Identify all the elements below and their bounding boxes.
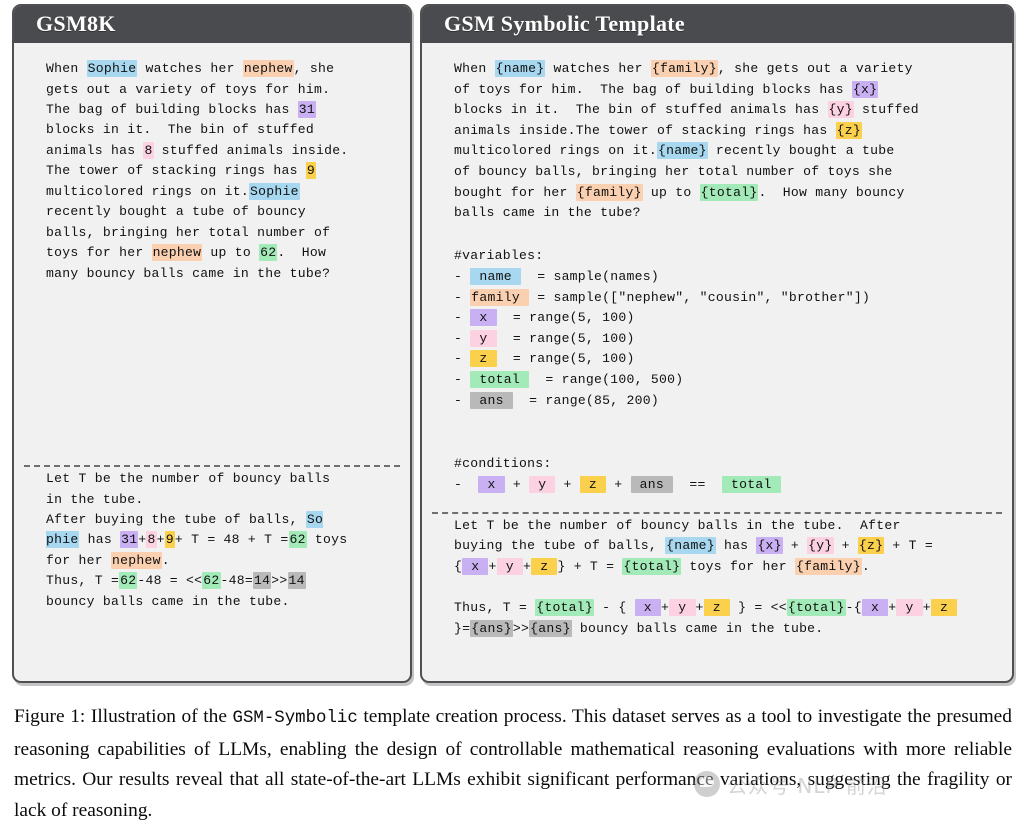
gsm-symbolic-panel-body: When {name} watches her {family}, she ge… [422,43,1012,645]
template-solution-highlight: z [930,598,958,616]
template-solution-highlight: z [531,557,558,575]
gsm-symbolic-panel-title: GSM Symbolic Template [422,6,1012,44]
template-spacer [432,496,1002,512]
template-solution-highlight: {total} [786,598,846,616]
template-question-highlight: {x} [851,80,879,98]
gsm8k-solution-highlight: 9 [164,531,175,549]
template-question-highlight: {z} [835,121,862,139]
template-question-highlight: {y} [827,101,854,119]
gsm8k-problem-highlight: 62 [259,244,278,262]
gsm8k-problem-highlight: nephew [151,244,203,262]
gsm8k-problem-highlight: 9 [305,162,316,180]
template-solution-highlight: {total} [535,598,595,616]
template-solution-highlight: x [634,598,662,616]
template-question-highlight: {name} [494,60,546,78]
gsm8k-panel-body: When Sophie watches her nephew, she gets… [14,43,410,618]
variable-name-chip: name [470,268,521,286]
caption-mono-term: GSM-Symbolic [232,709,358,728]
template-solution-highlight: {ans} [529,619,572,637]
gsm8k-panel-title: GSM8K [14,6,410,44]
template-solution-highlight: y [496,557,523,575]
template-solution-highlight: {x} [756,537,783,555]
template-solution-highlight: {y} [807,537,834,555]
template-solution-text: Let T be the number of bouncy balls in t… [454,517,958,637]
template-solution-highlight: x [462,557,489,575]
figure-1-illustration: GSM8K When Sophie watches her nephew, sh… [0,0,1026,692]
template-question-highlight: {family} [650,60,718,78]
gsm8k-solution-highlight: 14 [287,572,306,590]
template-question-highlight: {family} [575,183,643,201]
gsm8k-solution-highlight: 14 [253,572,272,590]
gsm8k-problem-highlight: 31 [297,101,316,118]
template-conditions-block: #conditions: - x + y + z + ans == total [454,456,781,493]
template-solution-highlight: y [669,598,696,616]
gsm8k-solution-highlight: 31 [120,531,139,549]
template-solution-highlight: y [896,598,923,616]
condition-variable-chip: y [529,475,556,493]
variable-name-chip: x [470,309,497,327]
variable-name-chip: z [470,350,497,368]
variable-name-chip: ans [470,391,513,409]
gsm8k-problem-highlight: 8 [143,141,154,159]
template-question-highlight: {name} [657,142,708,160]
template-solution-highlight: {ans} [470,619,513,637]
gsm8k-solution-highlight: 8 [146,531,157,549]
gsm8k-solution-highlight: nephew [110,551,162,569]
template-solution-highlight: {family} [794,557,862,575]
condition-variable-chip: x [478,475,505,493]
template-solution-highlight: {z} [857,537,885,555]
gsm8k-problem-highlight: Sophie [249,182,300,200]
template-solution-highlight: {name} [665,537,716,555]
gsm-symbolic-template-panel: GSM Symbolic Template When {name} watche… [420,4,1014,683]
gsm8k-problem-spacer [24,284,400,465]
caption-part-1: Figure 1: Illustration of the [14,706,233,727]
template-question-text: When {name} watches her {family}, she ge… [454,60,919,221]
variable-name-chip: family [470,288,530,306]
template-solution-highlight: x [861,598,889,616]
gsm8k-problem-highlight: nephew [242,60,294,78]
template-question-highlight: {total} [699,183,759,201]
gsm8k-solution-highlight: 62 [202,572,221,590]
condition-variable-chip: z [579,475,607,493]
variable-name-chip: y [470,329,497,347]
variable-name-chip: total [470,371,530,388]
gsm8k-problem-highlight: Sophie [86,60,138,78]
condition-variable-chip: ans [630,475,674,493]
gsm8k-solution-highlight: 62 [119,572,138,590]
template-solution-highlight: z [703,598,730,616]
template-variables-block: #variables: - name = sample(names) - fam… [454,248,871,409]
condition-variable-chip: total [721,475,781,493]
gsm8k-panel: GSM8K When Sophie watches her nephew, sh… [12,4,412,683]
template-solution-highlight: {total} [622,557,682,575]
gsm8k-solution-highlight: So phie [46,510,324,549]
figure-caption: Figure 1: Illustration of the GSM-Symbol… [14,702,1012,826]
gsm8k-problem-text: When Sophie watches her nephew, she gets… [46,60,349,281]
gsm8k-solution-highlight: 62 [288,531,307,549]
gsm8k-solution-text: Let T be the number of bouncy balls in t… [46,471,348,609]
